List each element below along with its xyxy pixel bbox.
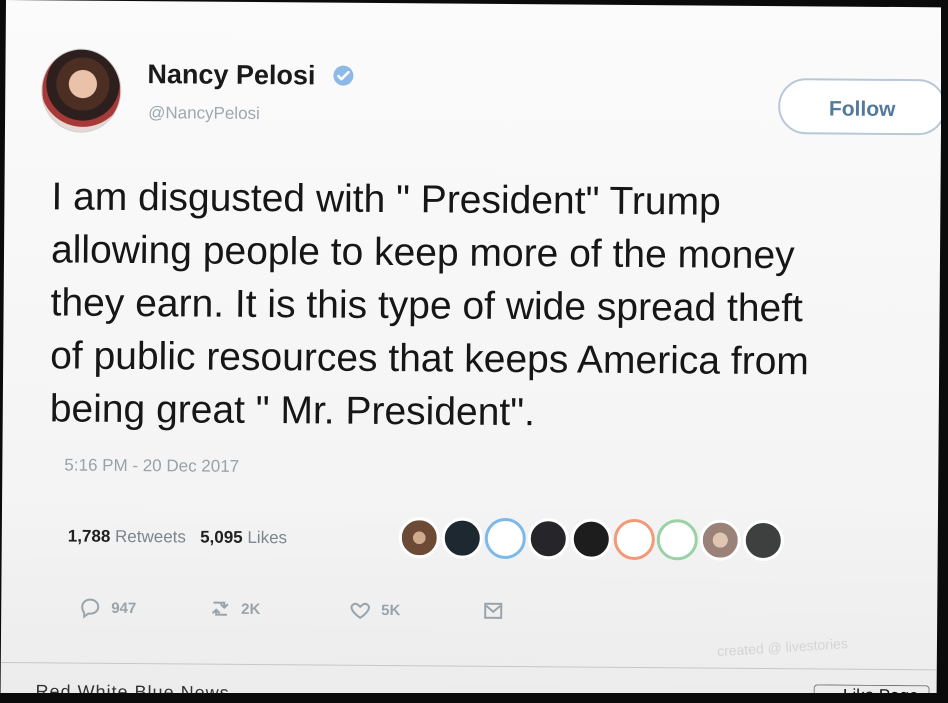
tweet-card-screen: Nancy Pelosi @NancyPelosi Follow I am di… xyxy=(0,0,942,703)
retweet-action-count: 2K xyxy=(241,600,261,618)
watermark-text: created @ livestories xyxy=(716,635,849,660)
liker-avatar[interactable] xyxy=(570,518,612,560)
envelope-icon xyxy=(484,602,503,619)
tweet-text: I am disgusted with " President" Trump a… xyxy=(50,170,942,442)
like-action-count: 5K xyxy=(381,601,401,619)
account-handle[interactable]: @NancyPelosi xyxy=(148,103,260,124)
retweet-action[interactable]: 2K xyxy=(208,597,260,621)
message-action[interactable] xyxy=(481,599,505,623)
monitor-frame-bottom xyxy=(0,693,948,703)
liker-avatar[interactable] xyxy=(656,519,698,561)
tweet-line-3: they earn. It is this type of wide sprea… xyxy=(50,281,804,331)
tweet-line-5: being great " Mr. President". xyxy=(49,387,536,435)
tweet-line-1: I am disgusted with " President" Trump xyxy=(51,175,721,224)
reply-count: 947 xyxy=(111,599,137,617)
tweet-line-2: allowing people to keep more of the mone… xyxy=(50,228,795,278)
account-name-row[interactable]: Nancy Pelosi xyxy=(147,59,355,92)
liker-avatar[interactable] xyxy=(699,519,741,561)
retweet-icon xyxy=(212,601,229,616)
monitor-frame-right xyxy=(941,0,948,703)
like-count[interactable]: 5,095 xyxy=(200,528,243,547)
liker-avatar[interactable] xyxy=(613,518,655,561)
tweet-actions: 947 2K 5K xyxy=(78,596,508,627)
tweet-line-4: of public resources that keeps America f… xyxy=(50,334,810,384)
follow-button[interactable]: Follow xyxy=(777,78,942,136)
heart-icon xyxy=(350,602,370,619)
like-action[interactable]: 5K xyxy=(348,598,400,622)
card-divider xyxy=(0,661,937,671)
liker-avatar[interactable] xyxy=(742,519,784,562)
tweet-timestamp[interactable]: 5:16 PM - 20 Dec 2017 xyxy=(64,455,239,476)
profile-avatar[interactable] xyxy=(40,48,122,133)
liker-avatar[interactable] xyxy=(527,518,569,560)
retweets-label[interactable]: Retweets xyxy=(115,527,186,547)
account-name[interactable]: Nancy Pelosi xyxy=(147,59,315,90)
reply-action[interactable]: 947 xyxy=(78,596,136,620)
likes-label[interactable]: Likes xyxy=(247,528,287,547)
liker-avatar[interactable] xyxy=(484,517,526,560)
reply-icon xyxy=(81,598,100,619)
engagement-stats: 1,788 Retweets 5,095 Likes xyxy=(68,527,287,549)
liker-avatar[interactable] xyxy=(398,517,440,559)
retweet-count[interactable]: 1,788 xyxy=(68,527,111,546)
verified-badge-icon xyxy=(333,65,354,86)
liker-avatar[interactable] xyxy=(441,517,483,559)
